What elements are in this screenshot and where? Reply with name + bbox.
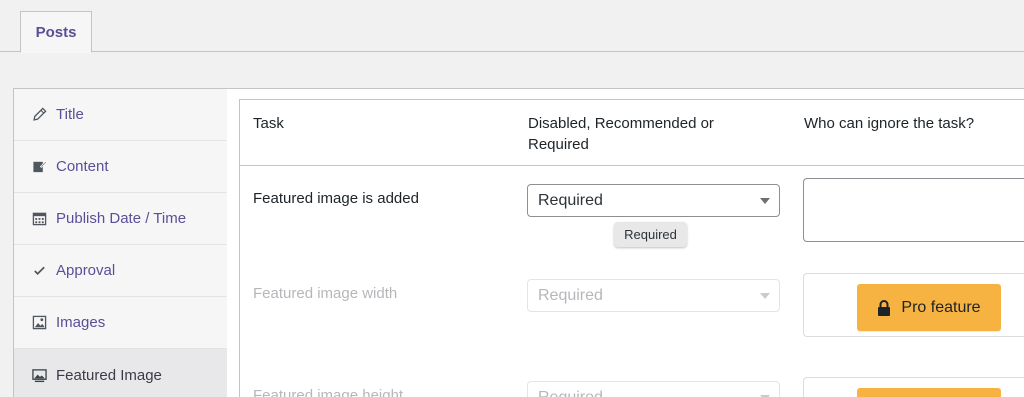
column-header-task: Task bbox=[253, 115, 284, 132]
pro-feature-button[interactable] bbox=[857, 388, 1001, 397]
status-select-value: Required bbox=[538, 191, 603, 209]
task-label: Featured image height bbox=[253, 387, 404, 397]
chevron-down-icon bbox=[760, 198, 770, 204]
status-select[interactable]: Required bbox=[527, 184, 780, 217]
sidebar: Title Content Publish Date / Time Approv… bbox=[14, 89, 227, 397]
column-header-status-line1: Disabled, Recommended or bbox=[528, 115, 714, 132]
sidebar-item-featured-image[interactable]: Featured Image bbox=[14, 349, 227, 397]
pro-feature-button[interactable]: Pro feature bbox=[857, 284, 1001, 331]
sidebar-item-approval[interactable]: Approval bbox=[14, 245, 227, 297]
sidebar-item-label: Images bbox=[56, 314, 106, 331]
tab-bar: Posts bbox=[0, 0, 1024, 53]
status-select[interactable]: Required bbox=[527, 381, 780, 397]
pencil-icon bbox=[31, 107, 47, 123]
sidebar-item-label: Featured Image bbox=[56, 366, 162, 384]
header-divider bbox=[239, 165, 1024, 166]
sidebar-item-title[interactable]: Title bbox=[14, 89, 227, 141]
edit-page-icon bbox=[31, 159, 47, 175]
sidebar-item-publish-date[interactable]: Publish Date / Time bbox=[14, 193, 227, 245]
column-header-who: Who can ignore the task? bbox=[804, 115, 975, 132]
status-select-value: Required bbox=[538, 286, 603, 304]
sidebar-item-label: Publish Date / Time bbox=[56, 210, 187, 227]
tab-posts[interactable]: Posts bbox=[20, 11, 92, 53]
sidebar-item-images[interactable]: Images bbox=[14, 297, 227, 349]
chevron-down-icon bbox=[760, 293, 770, 299]
checkmark-icon bbox=[31, 263, 47, 279]
task-label: Featured image is added bbox=[253, 190, 419, 207]
sidebar-item-label: Approval bbox=[56, 262, 116, 279]
image-icon bbox=[31, 315, 47, 331]
lock-icon bbox=[878, 299, 891, 316]
status-select-value: Required bbox=[538, 388, 603, 397]
sidebar-item-content[interactable]: Content bbox=[14, 141, 227, 193]
sidebar-item-label: Content bbox=[56, 158, 109, 175]
tasks-table bbox=[239, 99, 1024, 397]
calendar-icon bbox=[31, 211, 47, 227]
column-header-status-line2: Required bbox=[528, 136, 589, 153]
status-select[interactable]: Required bbox=[527, 279, 780, 312]
task-label: Featured image width bbox=[253, 285, 398, 302]
sidebar-item-label: Title bbox=[56, 106, 84, 123]
tooltip: Required bbox=[614, 222, 687, 247]
pro-feature-label: Pro feature bbox=[901, 298, 981, 316]
roles-input[interactable] bbox=[803, 178, 1024, 242]
monitor-image-icon bbox=[31, 367, 47, 383]
